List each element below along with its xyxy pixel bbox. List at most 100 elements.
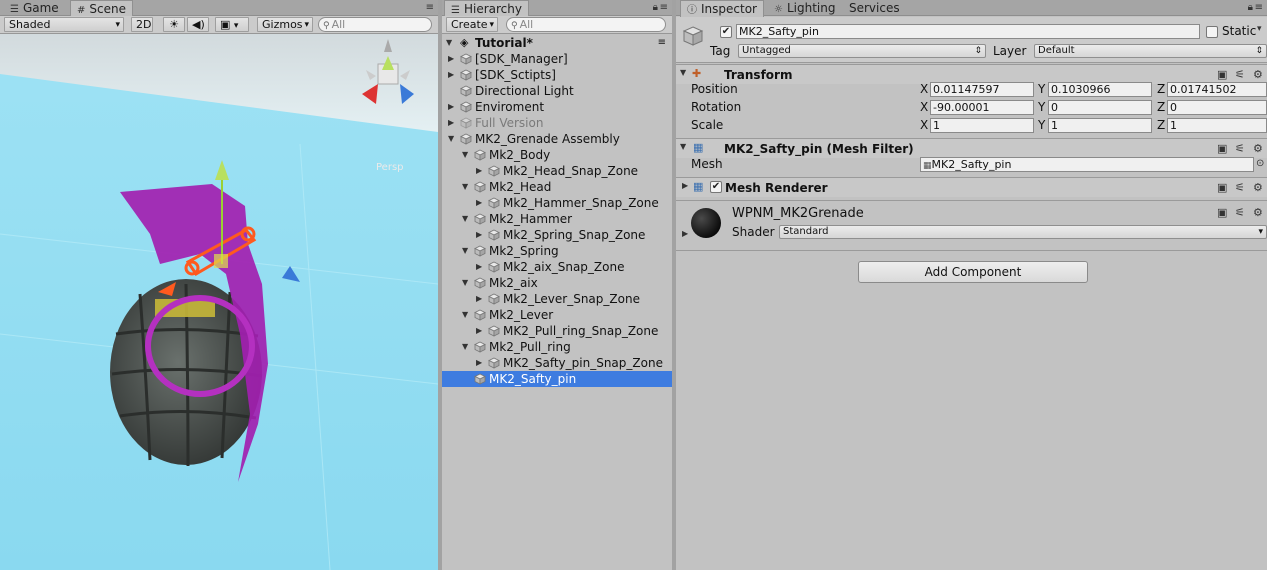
gear-icon[interactable]: ⚙ bbox=[1253, 68, 1263, 81]
scene-root-row[interactable]: ▼ ◈ Tutorial* ≡ bbox=[442, 35, 672, 51]
preset-sliders-icon[interactable]: ⚟ bbox=[1235, 206, 1245, 219]
hierarchy-item[interactable]: ▼ Mk2_Hammer bbox=[442, 211, 672, 227]
y-axis-label[interactable]: Y bbox=[1038, 100, 1045, 114]
expand-arrow-icon[interactable]: ▶ bbox=[476, 259, 482, 275]
hierarchy-item[interactable]: ▶ Mk2_Spring_Snap_Zone bbox=[442, 227, 672, 243]
expand-arrow-icon[interactable]: ▶ bbox=[448, 115, 454, 131]
gizmos-dropdown[interactable]: Gizmos ▾ bbox=[257, 17, 313, 32]
x-axis-label[interactable]: X bbox=[920, 82, 928, 96]
gear-icon[interactable]: ⚙ bbox=[1253, 206, 1263, 219]
tab-services[interactable]: Services bbox=[843, 0, 906, 16]
collapse-arrow-icon[interactable]: ▼ bbox=[680, 142, 686, 151]
scale-y-field[interactable]: 1 bbox=[1048, 118, 1152, 133]
expand-arrow-icon[interactable]: ▶ bbox=[476, 323, 482, 339]
camera-projection-label[interactable]: Persp bbox=[376, 162, 404, 173]
mesh-renderer-enabled-checkbox[interactable]: ✔ bbox=[710, 181, 722, 193]
mesh-object-field[interactable]: ▦MK2_Safty_pin bbox=[920, 157, 1254, 172]
expand-arrow-icon[interactable]: ▼ bbox=[446, 35, 452, 51]
hierarchy-item[interactable]: ▶ Mk2_aix_Snap_Zone bbox=[442, 259, 672, 275]
mesh-filter-header[interactable]: ▼ ▦ MK2_Safty_pin (Mesh Filter) ▣ ⚟ ⚙ bbox=[676, 138, 1267, 158]
preset-sliders-icon[interactable]: ⚟ bbox=[1235, 68, 1245, 81]
object-picker-icon[interactable]: ⊙ bbox=[1256, 158, 1264, 169]
active-checkbox[interactable]: ✔ bbox=[720, 26, 732, 38]
expand-arrow-icon[interactable]: ▶ bbox=[476, 355, 482, 371]
x-axis-label[interactable]: X bbox=[920, 100, 928, 114]
position-y-field[interactable]: 0.1030966 bbox=[1048, 82, 1152, 97]
add-component-button[interactable]: Add Component bbox=[858, 261, 1088, 283]
collapse-arrow-icon[interactable]: ▼ bbox=[680, 68, 686, 77]
hierarchy-item[interactable]: ▶ Mk2_Head_Snap_Zone bbox=[442, 163, 672, 179]
object-name-field[interactable]: MK2_Safty_pin bbox=[736, 24, 1200, 39]
transform-header[interactable]: ▼ ✚ Transform ▣ ⚟ ⚙ bbox=[676, 64, 1267, 84]
collapse-arrow-icon[interactable]: ▼ bbox=[462, 147, 468, 163]
expand-arrow-icon[interactable]: ▶ bbox=[476, 163, 482, 179]
tab-inspector[interactable]: ⓘ Inspector bbox=[680, 0, 764, 17]
expand-arrow-icon[interactable]: ▶ bbox=[476, 291, 482, 307]
shader-dropdown[interactable]: Standard ▾ bbox=[779, 225, 1267, 239]
lock-icon[interactable]: 🔒︎ bbox=[653, 2, 658, 13]
hierarchy-item[interactable]: ▶ Enviroment bbox=[442, 99, 672, 115]
expand-arrow-icon[interactable]: ▶ bbox=[682, 229, 688, 238]
z-axis-label[interactable]: Z bbox=[1157, 82, 1165, 96]
layer-dropdown[interactable]: Default ⇕ bbox=[1034, 44, 1267, 58]
y-axis-label[interactable]: Y bbox=[1038, 118, 1045, 132]
collapse-arrow-icon[interactable]: ▼ bbox=[462, 275, 468, 291]
preset-sliders-icon[interactable]: ⚟ bbox=[1235, 181, 1245, 194]
collapse-arrow-icon[interactable]: ▼ bbox=[448, 131, 454, 147]
hierarchy-item[interactable]: ▶ MK2_Safty_pin_Snap_Zone bbox=[442, 355, 672, 371]
expand-arrow-icon[interactable]: ▶ bbox=[682, 181, 688, 190]
hierarchy-item[interactable]: ▶ MK2_Pull_ring_Snap_Zone bbox=[442, 323, 672, 339]
expand-arrow-icon[interactable]: ▶ bbox=[476, 195, 482, 211]
panel-menu-icon[interactable]: ≡ bbox=[660, 2, 668, 13]
hierarchy-item[interactable]: ▼ Mk2_Body bbox=[442, 147, 672, 163]
toggle-2d-button[interactable]: 2D bbox=[131, 17, 153, 32]
collapse-arrow-icon[interactable]: ▼ bbox=[462, 179, 468, 195]
collapse-arrow-icon[interactable]: ▼ bbox=[462, 243, 468, 259]
gear-icon[interactable]: ⚙ bbox=[1253, 142, 1263, 155]
lighting-toggle-button[interactable]: ☀ bbox=[163, 17, 185, 32]
hierarchy-item[interactable]: ▼ MK2_Grenade Assembly bbox=[442, 131, 672, 147]
collapse-arrow-icon[interactable]: ▼ bbox=[462, 307, 468, 323]
tab-lighting[interactable]: ☼ Lighting bbox=[768, 0, 841, 16]
collapse-arrow-icon[interactable]: ▼ bbox=[462, 211, 468, 227]
hierarchy-item[interactable]: ▶ [SDK_Manager] bbox=[442, 51, 672, 67]
hierarchy-item[interactable]: ▼ Mk2_Pull_ring bbox=[442, 339, 672, 355]
panel-menu-icon[interactable]: ≡ bbox=[426, 2, 434, 13]
x-axis-label[interactable]: X bbox=[920, 118, 928, 132]
scene-search-input[interactable]: ⚲ All bbox=[318, 17, 432, 32]
tab-scene[interactable]: # Scene bbox=[70, 0, 133, 17]
rotation-z-field[interactable]: 0 bbox=[1167, 100, 1267, 115]
audio-toggle-button[interactable]: ◀) bbox=[187, 17, 209, 32]
static-checkbox[interactable] bbox=[1206, 26, 1218, 38]
material-preview-sphere[interactable] bbox=[690, 207, 722, 239]
hierarchy-item[interactable]: ▶ Full Version bbox=[442, 115, 672, 131]
scale-x-field[interactable]: 1 bbox=[930, 118, 1034, 133]
hierarchy-item[interactable]: ▶ Mk2_Hammer_Snap_Zone bbox=[442, 195, 672, 211]
z-axis-label[interactable]: Z bbox=[1157, 118, 1165, 132]
hierarchy-item[interactable]: ▼ Mk2_Spring bbox=[442, 243, 672, 259]
hierarchy-item[interactable]: ▼ Mk2_Head bbox=[442, 179, 672, 195]
preset-sliders-icon[interactable]: ⚟ bbox=[1235, 142, 1245, 155]
expand-arrow-icon[interactable]: ▶ bbox=[448, 99, 454, 115]
hierarchy-search-input[interactable]: ⚲ All bbox=[506, 17, 666, 32]
panel-menu-icon[interactable]: ≡ bbox=[1255, 2, 1263, 13]
position-z-field[interactable]: 0.01741502 bbox=[1167, 82, 1267, 97]
row-menu-icon[interactable]: ≡ bbox=[658, 35, 666, 51]
z-axis-label[interactable]: Z bbox=[1157, 100, 1165, 114]
help-book-icon[interactable]: ▣ bbox=[1217, 206, 1227, 219]
hierarchy-item[interactable]: ▶ Mk2_Lever_Snap_Zone bbox=[442, 291, 672, 307]
mesh-renderer-header[interactable]: ▶ ▦ ✔ Mesh Renderer ▣ ⚟ ⚙ bbox=[676, 177, 1267, 197]
hierarchy-item[interactable]: ▼ Mk2_Lever bbox=[442, 307, 672, 323]
hierarchy-item[interactable]: MK2_Safty_pin bbox=[442, 371, 672, 387]
hierarchy-item[interactable]: Directional Light bbox=[442, 83, 672, 99]
scale-z-field[interactable]: 1 bbox=[1167, 118, 1267, 133]
help-book-icon[interactable]: ▣ bbox=[1217, 142, 1227, 155]
create-dropdown[interactable]: Create ▾ bbox=[446, 17, 498, 32]
effects-dropdown[interactable]: ▣ ▾ bbox=[215, 17, 249, 32]
scene-viewport[interactable]: Persp bbox=[0, 34, 438, 570]
hierarchy-item[interactable]: ▶ [SDK_Sctipts] bbox=[442, 67, 672, 83]
tab-game[interactable]: ☰ Game bbox=[4, 0, 65, 16]
expand-arrow-icon[interactable]: ▶ bbox=[448, 51, 454, 67]
tab-hierarchy[interactable]: ☰ Hierarchy bbox=[444, 0, 529, 17]
lock-icon[interactable]: 🔒︎ bbox=[1248, 2, 1253, 13]
